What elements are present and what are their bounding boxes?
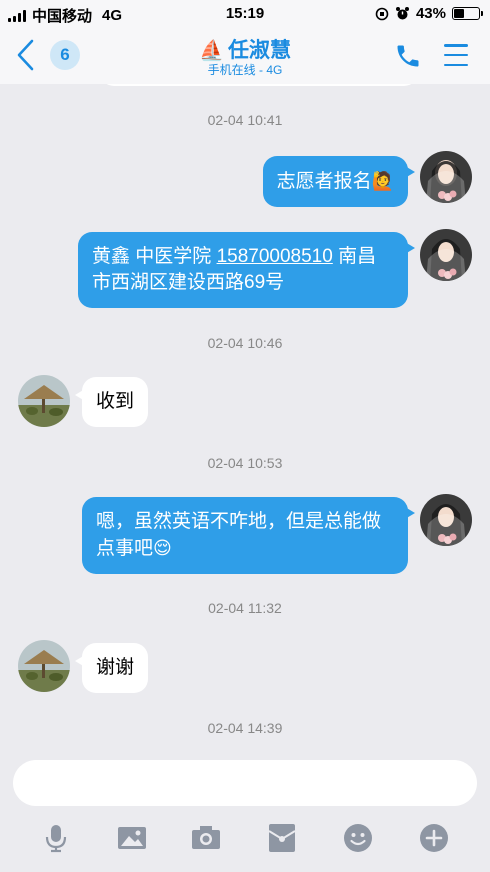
message-text: 谢谢 [96, 657, 135, 678]
camera-button[interactable] [190, 822, 222, 854]
red-packet-button[interactable] [266, 822, 298, 854]
relieved-face-emoji: 😌 [153, 538, 172, 558]
message-input[interactable] [13, 760, 477, 806]
phone-number-link[interactable]: 15870008510 [217, 246, 333, 267]
status-bar: 中国移动 4G 15:19 43% [0, 0, 490, 28]
emoji-icon [344, 824, 372, 852]
message-text: 收到 [96, 391, 135, 412]
microphone-icon [45, 825, 67, 853]
contact-avatar[interactable] [18, 375, 70, 427]
message-bubble-outgoing[interactable]: 嗯，虽然英语不咋地，但是总能做点事吧😌 [82, 497, 415, 574]
message-bubble-incoming[interactable]: 收到 [74, 377, 149, 427]
message-text: 黄鑫 中医学院 [92, 246, 217, 267]
battery-icon [452, 7, 483, 20]
timestamp: 02-04 11:32 [208, 600, 282, 616]
my-avatar[interactable] [420, 494, 472, 546]
chat-header: 6 ⛵ 任淑慧 手机在线 - 4G [0, 28, 490, 84]
red-packet-icon [268, 824, 296, 852]
menu-icon-line [444, 44, 468, 47]
message-list[interactable]: 02-04 10:41 志愿者报名🙋 黄鑫 中医学院 15870008510 南… [0, 84, 490, 746]
message-bubble-outgoing[interactable]: 志愿者报名🙋 [262, 156, 416, 207]
contact-avatar[interactable] [18, 640, 70, 692]
message-bubble-outgoing[interactable]: 黄鑫 中医学院 15870008510 南昌市西湖区建设西路69号 [78, 232, 415, 308]
alarm-icon [395, 7, 409, 20]
menu-icon-line [444, 53, 468, 57]
phone-icon [397, 45, 419, 67]
hut-avatar-image [18, 375, 70, 427]
input-toolbar [0, 818, 490, 858]
orientation-lock-icon [375, 7, 389, 20]
menu-button[interactable] [444, 44, 468, 66]
hut-avatar-image [18, 640, 70, 692]
message-text: 志愿者报名 [276, 171, 372, 192]
more-button[interactable] [418, 822, 450, 854]
battery-percent: 43% [415, 5, 446, 22]
bride-avatar-image [420, 494, 472, 546]
call-button[interactable] [394, 42, 422, 70]
input-bar [0, 746, 490, 872]
image-icon [118, 827, 146, 849]
previous-message-bubble [100, 84, 418, 86]
timestamp: 02-04 10:53 [207, 455, 283, 471]
bride-avatar-image [420, 229, 472, 281]
emoji-button[interactable] [342, 822, 374, 854]
message-bubble-incoming[interactable]: 谢谢 [74, 643, 149, 693]
photo-button[interactable] [116, 822, 148, 854]
timestamp: 02-04 14:39 [207, 720, 283, 736]
plus-icon [420, 824, 448, 852]
raising-hand-emoji: 🙋 [371, 171, 394, 191]
status-icons: 43% [375, 5, 483, 22]
my-avatar[interactable] [420, 229, 472, 281]
voice-button[interactable] [40, 822, 72, 854]
bride-avatar-image [420, 151, 472, 203]
message-text: 嗯，虽然英语不咋地，但是总能做点事吧 [96, 511, 382, 559]
camera-icon [192, 826, 220, 849]
timestamp: 02-04 10:41 [207, 112, 283, 128]
sailboat-icon: ⛵ [199, 40, 224, 62]
timestamp: 02-04 10:46 [207, 335, 283, 351]
my-avatar[interactable] [420, 151, 472, 203]
contact-name: 任淑慧 [227, 39, 291, 62]
menu-icon-line [444, 63, 468, 66]
